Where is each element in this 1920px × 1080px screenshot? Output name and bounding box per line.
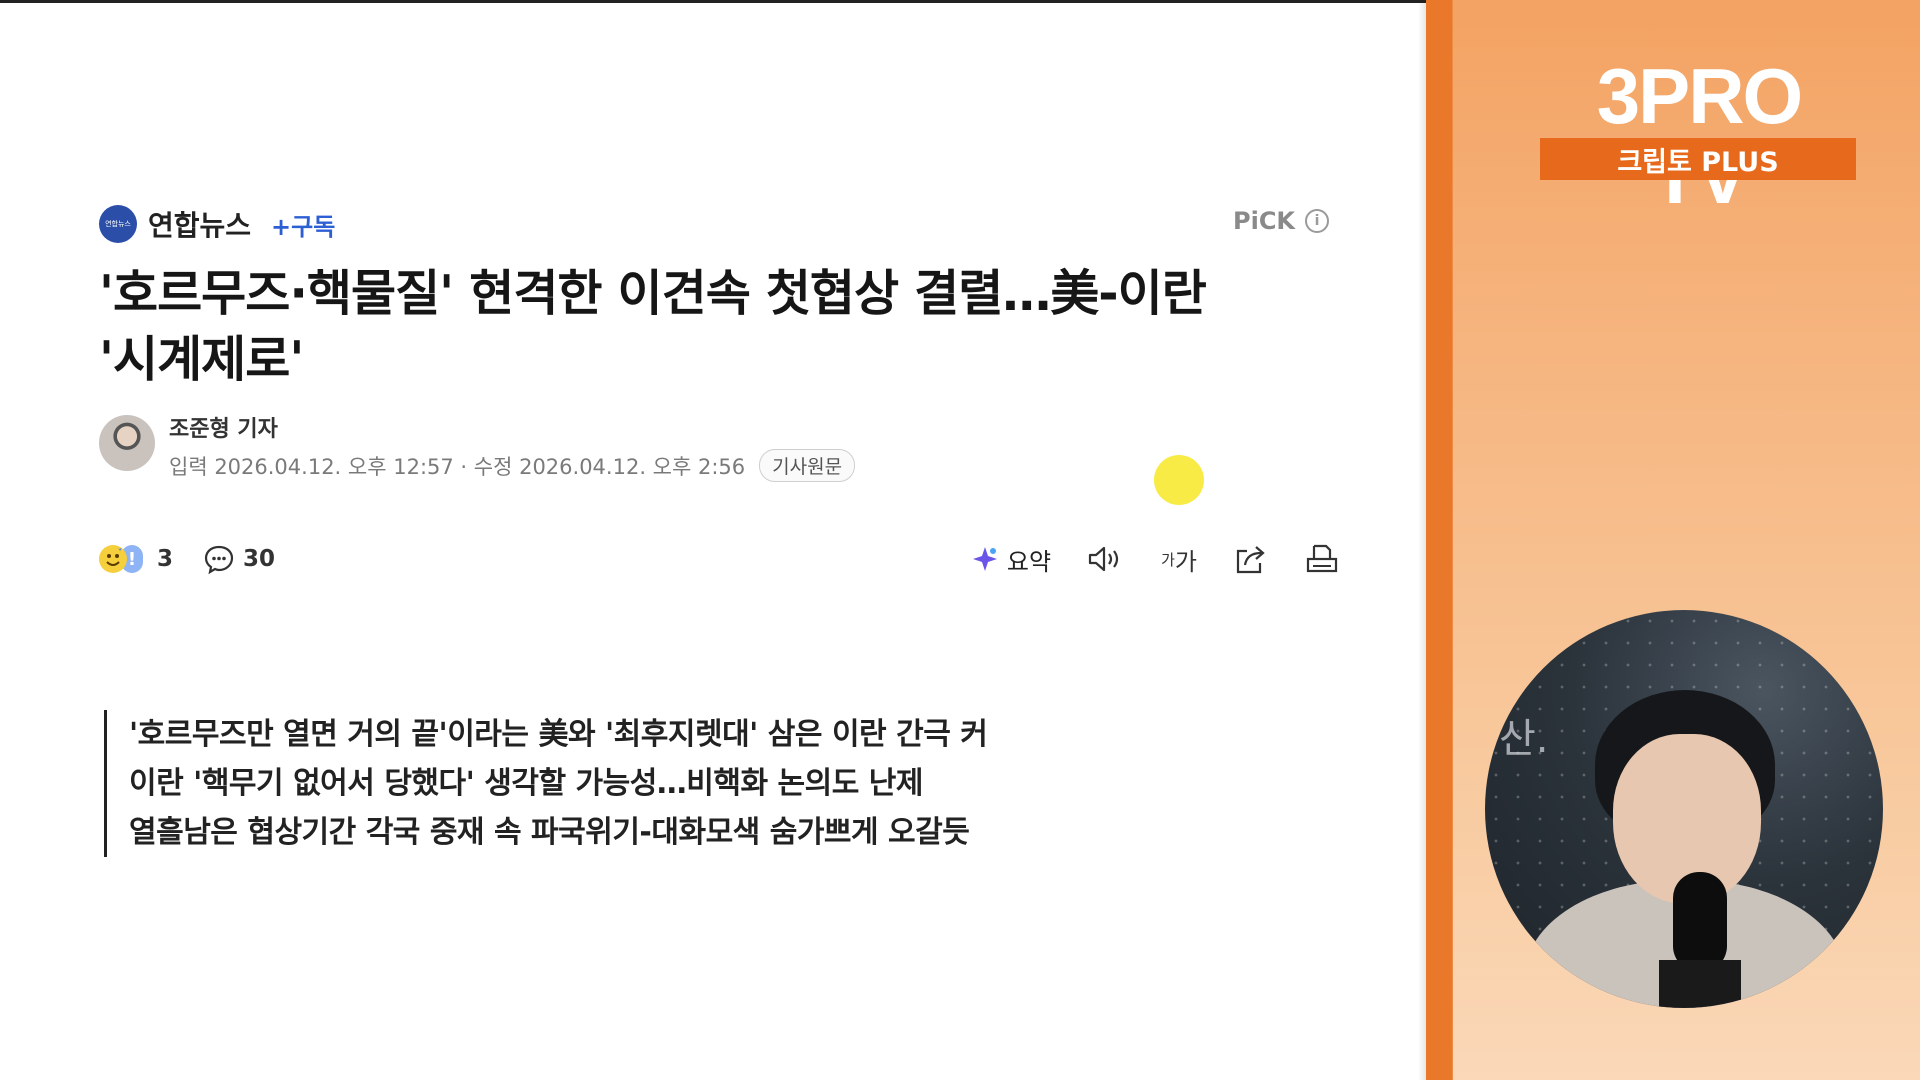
channel-logo-subtitle: 크립토 PLUS	[1540, 138, 1856, 180]
press-logo[interactable]: 연합뉴스	[99, 205, 137, 243]
print-button[interactable]	[1305, 543, 1339, 575]
publish-datetime-row: 입력 2026.04.12. 오후 12:57 · 수정 2026.04.12.…	[169, 449, 856, 482]
reactions: ! 3 30	[99, 539, 275, 579]
reporter-avatar[interactable]	[99, 415, 155, 471]
font-size-button[interactable]: 가가	[1161, 542, 1197, 577]
cursor-highlight	[1154, 455, 1204, 505]
microphone-icon	[1673, 872, 1727, 972]
share-icon	[1236, 546, 1265, 574]
webcam-wall-text: 산.	[1499, 716, 1549, 762]
subscribe-button[interactable]: +구독	[271, 207, 335, 242]
headline-line-2: '시계제로'	[99, 331, 304, 388]
reporter-info: 조준형 기자 입력 2026.04.12. 오후 12:57 · 수정 2026…	[169, 415, 856, 482]
info-icon[interactable]: i	[1305, 209, 1330, 233]
reaction-count: 3	[157, 546, 174, 572]
lead-line: 열흘남은 협상기간 각국 중재 속 파국위기-대화모색 숨가쁘게 오갈듯	[129, 815, 970, 850]
publish-datetime: 입력 2026.04.12. 오후 12:57 · 수정 2026.04.12.…	[169, 454, 746, 479]
font-size-large-glyph: 가	[1174, 547, 1197, 576]
font-size-small-glyph: 가	[1161, 550, 1175, 569]
channel-logo-title: 3PRO TV	[1596, 52, 1803, 216]
original-article-button[interactable]: 기사원문	[759, 449, 856, 482]
webcam-feed: 산.	[1485, 610, 1883, 1008]
pick-badge: PiCK i	[1233, 207, 1330, 235]
byline: 조준형 기자 입력 2026.04.12. 오후 12:57 · 수정 2026…	[99, 415, 856, 482]
headline-line-1: '호르무즈·핵물질' 현격한 이견속 첫협상 결렬…美-이란	[99, 265, 1207, 322]
share-button[interactable]	[1233, 543, 1269, 575]
smile-emoji-icon[interactable]	[99, 545, 127, 573]
text-to-speech-button[interactable]	[1087, 544, 1125, 574]
comment-count[interactable]: 30	[243, 546, 275, 572]
article-headline: '호르무즈·핵물질' 현격한 이견속 첫협상 결렬…美-이란 '시계제로'	[99, 261, 1339, 393]
summary-sparkle-icon	[972, 547, 997, 571]
comment-icon[interactable]	[203, 543, 235, 575]
speaker-icon	[1088, 546, 1119, 572]
print-icon	[1306, 544, 1338, 573]
article-lead-summary: '호르무즈만 열면 거의 끝'이라는 美와 '최후지렛대' 삼은 이란 간극 커…	[104, 710, 988, 857]
article-page: 연합뉴스 연합뉴스 +구독 PiCK i '호르무즈·핵물질' 현격한 이견속 …	[0, 0, 1426, 1080]
summary-button[interactable]: 요약	[971, 542, 1051, 577]
press-name[interactable]: 연합뉴스	[148, 204, 251, 244]
lead-line: 이란 '핵무기 없어서 당했다' 생각할 가능성…비핵화 논의도 난제	[129, 766, 923, 801]
article-tools: 요약 가가	[935, 539, 1339, 579]
summary-label: 요약	[1006, 547, 1052, 576]
pick-label: PiCK	[1233, 207, 1296, 235]
press-header: 연합뉴스 연합뉴스 +구독	[99, 205, 335, 243]
article-action-bar: ! 3 30 요약 가 가	[99, 539, 1339, 579]
broadcast-overlay-panel: 3PRO TV 크립토 PLUS 산.	[1426, 0, 1920, 1080]
reporter-name[interactable]: 조준형 기자	[169, 415, 855, 445]
lead-line: '호르무즈만 열면 거의 끝'이라는 美와 '최후지렛대' 삼은 이란 간극 커	[129, 717, 988, 752]
microphone-stand	[1659, 960, 1741, 1008]
